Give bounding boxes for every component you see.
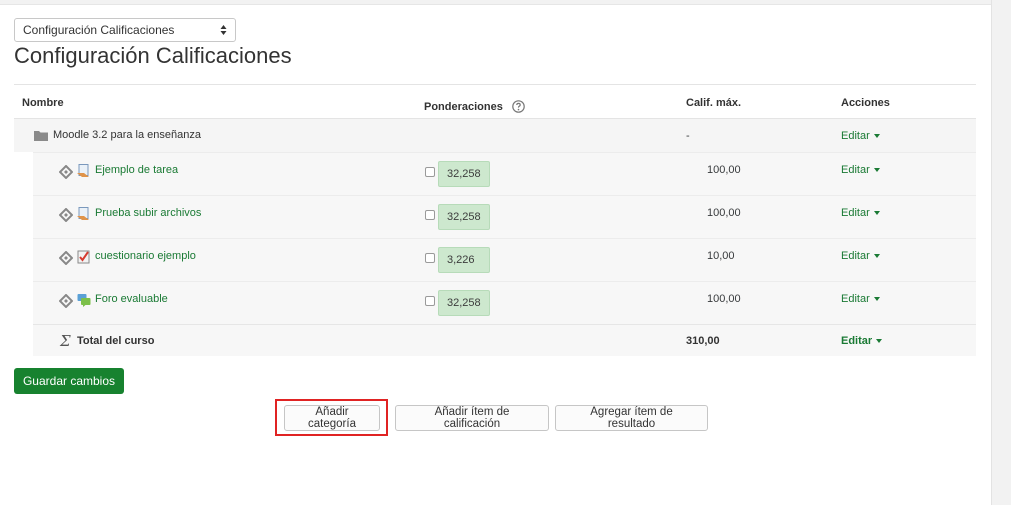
edit-label: Editar — [841, 207, 870, 219]
header-name: Nombre — [22, 97, 64, 109]
header-weights-label: Ponderaciones — [424, 101, 503, 113]
category-max-grade: - — [686, 130, 690, 142]
grade-item-link[interactable]: Foro evaluable — [95, 293, 168, 305]
course-total-max: 310,00 — [686, 335, 720, 347]
caret-down-icon — [873, 134, 880, 139]
grade-item-max: 100,00 — [707, 207, 741, 219]
top-border — [0, 0, 991, 5]
grade-item-row: cuestionario ejemplo 3,226 10,00 Editar — [33, 238, 976, 281]
grade-item-link[interactable]: cuestionario ejemplo — [95, 250, 196, 262]
save-changes-button[interactable]: Guardar cambios — [14, 368, 124, 394]
weight-input[interactable]: 32,258 — [438, 204, 490, 230]
weight-override-checkbox[interactable] — [425, 167, 435, 177]
view-selector-value: Configuración Calificaciones — [23, 23, 175, 37]
edit-label: Editar — [841, 130, 870, 142]
edit-label: Editar — [841, 293, 870, 305]
add-category-button[interactable]: Añadir categoría — [284, 405, 380, 431]
category-row: Moodle 3.2 para la enseñanza - Editar — [14, 119, 976, 152]
move-icon[interactable] — [59, 208, 73, 222]
view-selector[interactable]: Configuración Calificaciones — [14, 18, 236, 42]
move-icon[interactable] — [59, 165, 73, 179]
select-arrows-icon — [220, 25, 227, 35]
edit-label: Editar — [841, 164, 870, 176]
add-outcome-item-button[interactable]: Agregar ítem de resultado — [555, 405, 708, 431]
page-title: Configuración Calificaciones — [14, 43, 292, 68]
edit-menu-item[interactable]: Editar — [841, 293, 880, 305]
edit-label: Editar — [841, 250, 870, 262]
weight-override-checkbox[interactable] — [425, 253, 435, 263]
grade-item-row: Ejemplo de tarea 32,258 100,00 Editar — [33, 152, 976, 195]
weight-input[interactable]: 32,258 — [438, 161, 490, 187]
sigma-icon: Σ — [60, 332, 71, 350]
assignment-icon — [77, 207, 89, 220]
caret-down-icon — [873, 297, 880, 302]
caret-down-icon — [873, 168, 880, 173]
grade-item-link[interactable]: Ejemplo de tarea — [95, 164, 178, 176]
table-header: Nombre Ponderaciones Calif. máx. Accione… — [14, 84, 976, 119]
grade-item-max: 10,00 — [707, 250, 735, 262]
header-actions: Acciones — [841, 97, 890, 109]
grade-item-row: Prueba subir archivos 32,258 100,00 Edit… — [33, 195, 976, 238]
caret-down-icon — [873, 211, 880, 216]
grade-item-row: Foro evaluable 32,258 100,00 Editar — [33, 281, 976, 324]
header-max-grade: Calif. máx. — [686, 97, 742, 109]
move-icon[interactable] — [59, 251, 73, 265]
edit-menu-category[interactable]: Editar — [841, 130, 880, 142]
edit-menu-item[interactable]: Editar — [841, 207, 880, 219]
caret-down-icon — [876, 339, 883, 344]
weight-input[interactable]: 32,258 — [438, 290, 490, 316]
edit-label: Editar — [841, 335, 873, 347]
right-scroll-rail — [991, 0, 1011, 505]
move-icon[interactable] — [59, 294, 73, 308]
help-icon[interactable] — [512, 100, 525, 113]
edit-menu-item[interactable]: Editar — [841, 164, 880, 176]
add-grade-item-button[interactable]: Añadir ítem de calificación — [395, 405, 549, 431]
weight-override-checkbox[interactable] — [425, 210, 435, 220]
course-total-label: Total del curso — [77, 335, 155, 347]
folder-icon — [34, 131, 48, 141]
grade-item-max: 100,00 — [707, 293, 741, 305]
quiz-icon — [77, 250, 90, 264]
caret-down-icon — [873, 254, 880, 259]
grade-item-link[interactable]: Prueba subir archivos — [95, 207, 201, 219]
weight-input[interactable]: 3,226 — [438, 247, 490, 273]
edit-menu-item[interactable]: Editar — [841, 250, 880, 262]
grade-item-max: 100,00 — [707, 164, 741, 176]
category-name: Moodle 3.2 para la enseñanza — [53, 129, 201, 141]
header-weights: Ponderaciones — [424, 97, 525, 113]
edit-menu-total[interactable]: Editar — [841, 335, 883, 347]
weight-override-checkbox[interactable] — [425, 296, 435, 306]
course-total-row: Σ Total del curso 310,00 Editar — [33, 324, 976, 356]
assignment-icon — [77, 164, 89, 177]
forum-icon — [77, 294, 91, 307]
